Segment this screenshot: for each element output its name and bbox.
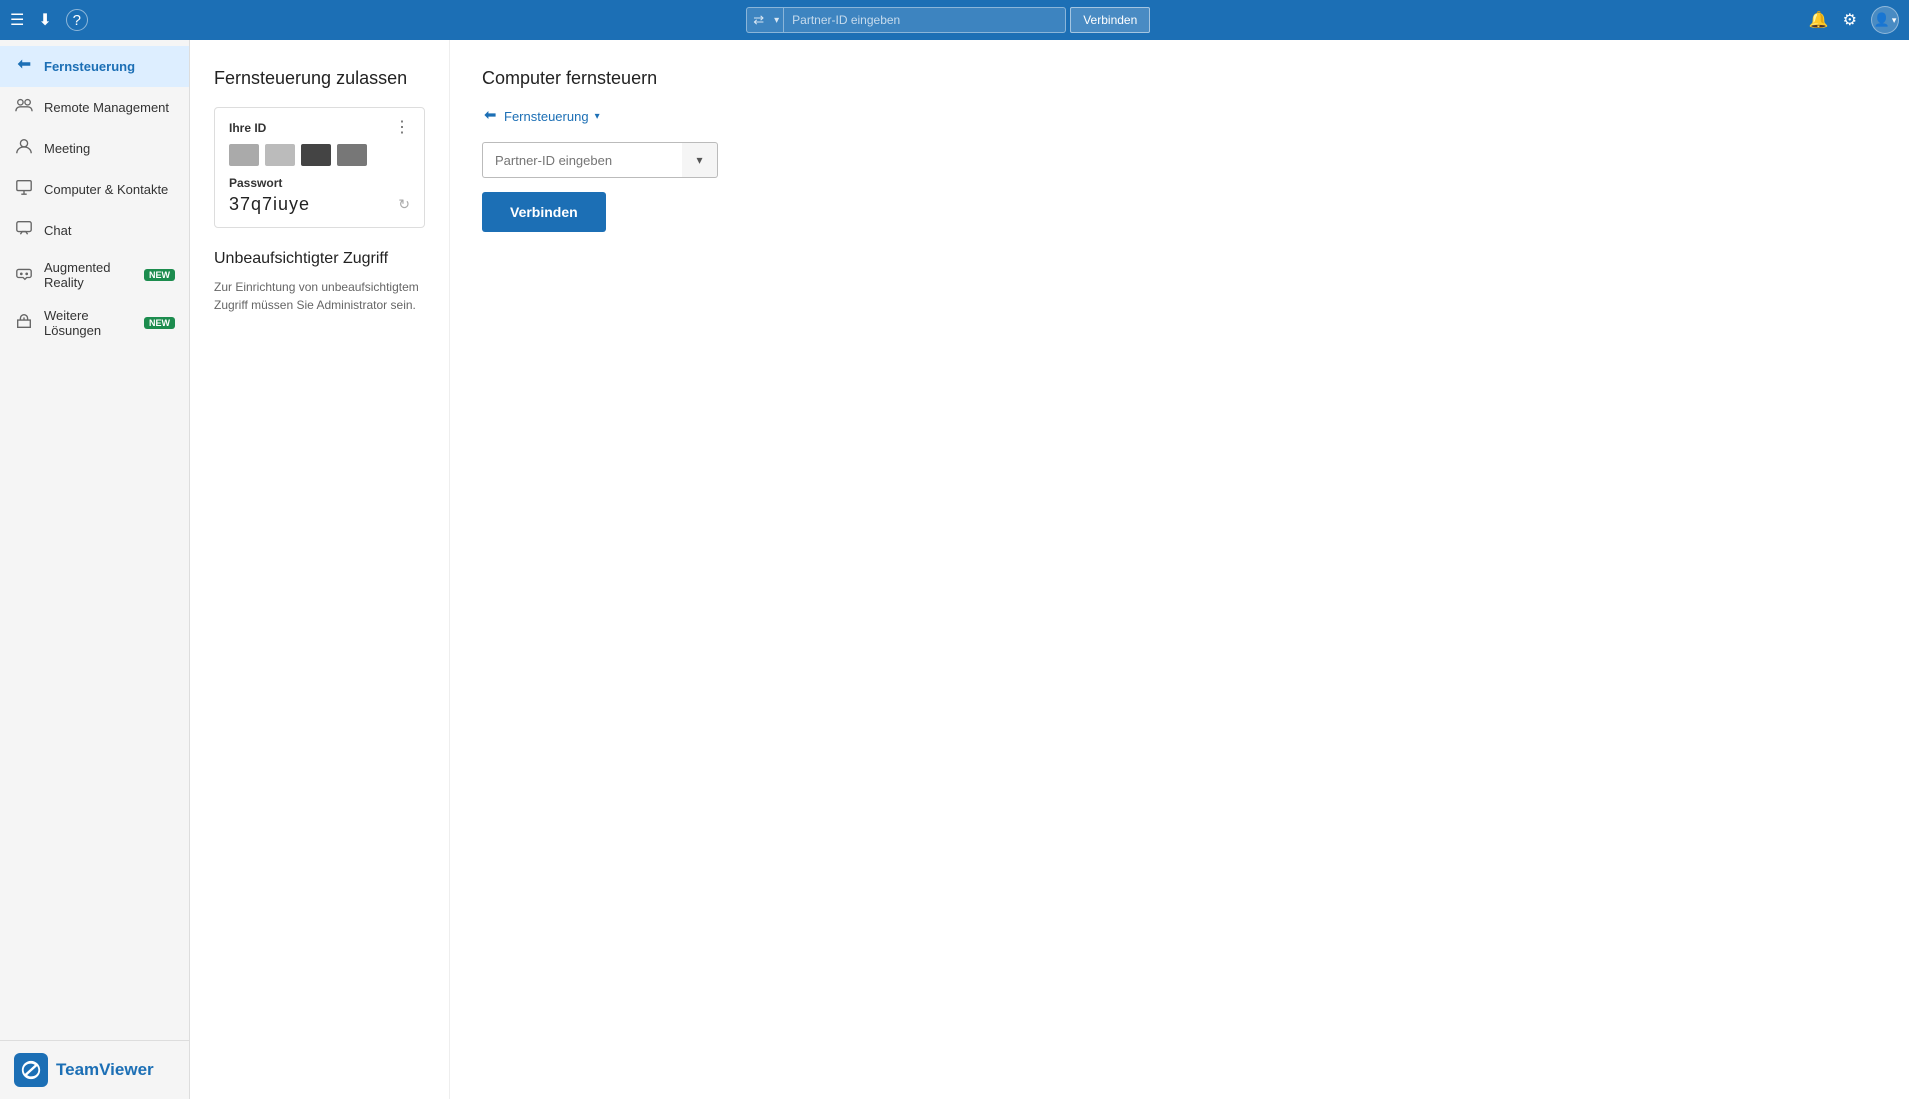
id-card-header: Ihre ID ⋮ [229, 120, 410, 136]
download-icon[interactable]: ⬇ [38, 10, 51, 30]
topbar-partner-id-text[interactable]: Partner-ID eingeben [784, 13, 1065, 27]
fernsteuerung-chevron-icon: ▾ [595, 111, 600, 122]
sidebar-label-meeting: Meeting [44, 141, 90, 156]
avatar-chevron: ▾ [1892, 15, 1897, 26]
sidebar: Fernsteuerung Remote Management [0, 40, 190, 1099]
bell-icon[interactable]: 🔔 [1809, 10, 1829, 30]
main-layout: Fernsteuerung Remote Management [0, 40, 1909, 1099]
fernsteuerung-link-label: Fernsteuerung [504, 109, 589, 124]
id-card: Ihre ID ⋮ Passwort 37q7iuye ↻ [214, 107, 425, 228]
augmented-reality-icon [14, 264, 34, 287]
remote-panel-title: Computer fernsteuern [482, 68, 1877, 89]
sidebar-item-chat[interactable]: Chat [0, 210, 189, 251]
dropdown-arrow-icon: ▾ [696, 153, 702, 167]
id-label: Ihre ID [229, 121, 266, 135]
left-panel: Fernsteuerung zulassen Ihre ID ⋮ Passwor… [190, 40, 450, 1099]
id-block-1 [229, 144, 259, 166]
topbar-partner-id-bar[interactable]: ⇄ ▾ Partner-ID eingeben [746, 7, 1066, 33]
id-block-4 [337, 144, 367, 166]
sidebar-item-meeting[interactable]: Meeting [0, 128, 189, 169]
chat-icon [14, 219, 34, 242]
right-panel: Computer fernsteuern Fernsteuerung ▾ ▾ V… [450, 40, 1909, 1099]
refresh-password-button[interactable]: ↻ [398, 196, 410, 213]
settings-icon[interactable]: ⚙ [1843, 10, 1857, 30]
weitere-loesungen-icon [14, 312, 34, 335]
help-icon[interactable]: ? [66, 9, 88, 31]
weitere-loesungen-badge: NEW [144, 317, 175, 329]
augmented-reality-badge: NEW [144, 269, 175, 281]
topbar-link-icon: ⇄ [747, 12, 770, 28]
teamviewer-logo-text: TeamViewer [56, 1060, 154, 1080]
teamviewer-logo-icon [14, 1053, 48, 1087]
id-value-display [229, 144, 410, 166]
partner-id-input[interactable] [482, 142, 682, 178]
sidebar-nav: Fernsteuerung Remote Management [0, 40, 189, 1040]
sidebar-label-weitere-loesungen: Weitere Lösungen [44, 308, 130, 338]
menu-icon[interactable]: ☰ [10, 10, 24, 30]
partner-input-dropdown-button[interactable]: ▾ [682, 142, 718, 178]
sidebar-label-fernsteuerung: Fernsteuerung [44, 59, 135, 74]
unattended-description: Zur Einrichtung von unbeaufsichtigtem Zu… [214, 278, 425, 314]
sidebar-item-fernsteuerung[interactable]: Fernsteuerung [0, 46, 189, 87]
remote-management-icon [14, 96, 34, 119]
sidebar-label-computer-kontakte: Computer & Kontakte [44, 182, 168, 197]
sidebar-label-augmented-reality: Augmented Reality [44, 260, 130, 290]
sidebar-item-weitere-loesungen[interactable]: Weitere Lösungen NEW [0, 299, 189, 347]
topbar-center: ⇄ ▾ Partner-ID eingeben Verbinden [88, 7, 1809, 33]
unattended-title: Unbeaufsichtigter Zugriff [214, 250, 425, 268]
meeting-icon [14, 137, 34, 160]
id-block-2 [265, 144, 295, 166]
topbar-connect-button[interactable]: Verbinden [1070, 7, 1150, 33]
password-row: 37q7iuye ↻ [229, 194, 410, 215]
computer-kontakte-icon [14, 178, 34, 201]
fernsteuerung-icon [14, 55, 34, 78]
sidebar-item-remote-management[interactable]: Remote Management [0, 87, 189, 128]
sidebar-label-remote-management: Remote Management [44, 100, 169, 115]
topbar-right: 🔔 ⚙ 👤 ▾ [1809, 6, 1899, 34]
left-panel-title: Fernsteuerung zulassen [214, 68, 425, 89]
partner-input-row: ▾ [482, 142, 1877, 178]
password-label: Passwort [229, 176, 410, 190]
topbar-left: ☰ ⬇ ? [10, 9, 88, 31]
topbar-dropdown-arrow[interactable]: ▾ [770, 8, 784, 32]
content-area: Fernsteuerung zulassen Ihre ID ⋮ Passwor… [190, 40, 1909, 1099]
id-block-3 [301, 144, 331, 166]
fernsteuerung-link-icon [482, 107, 498, 126]
sidebar-item-computer-kontakte[interactable]: Computer & Kontakte [0, 169, 189, 210]
user-avatar-button[interactable]: 👤 ▾ [1871, 6, 1899, 34]
id-card-menu-button[interactable]: ⋮ [394, 120, 410, 136]
user-icon: 👤 [1874, 12, 1890, 28]
sidebar-item-augmented-reality[interactable]: Augmented Reality NEW [0, 251, 189, 299]
password-value: 37q7iuye [229, 194, 310, 215]
sidebar-footer: TeamViewer [0, 1040, 189, 1099]
topbar: ☰ ⬇ ? ⇄ ▾ Partner-ID eingeben Verbinden … [0, 0, 1909, 40]
verbinden-button[interactable]: Verbinden [482, 192, 606, 232]
fernsteuerung-dropdown-link[interactable]: Fernsteuerung ▾ [482, 107, 1877, 126]
sidebar-label-chat: Chat [44, 223, 71, 238]
